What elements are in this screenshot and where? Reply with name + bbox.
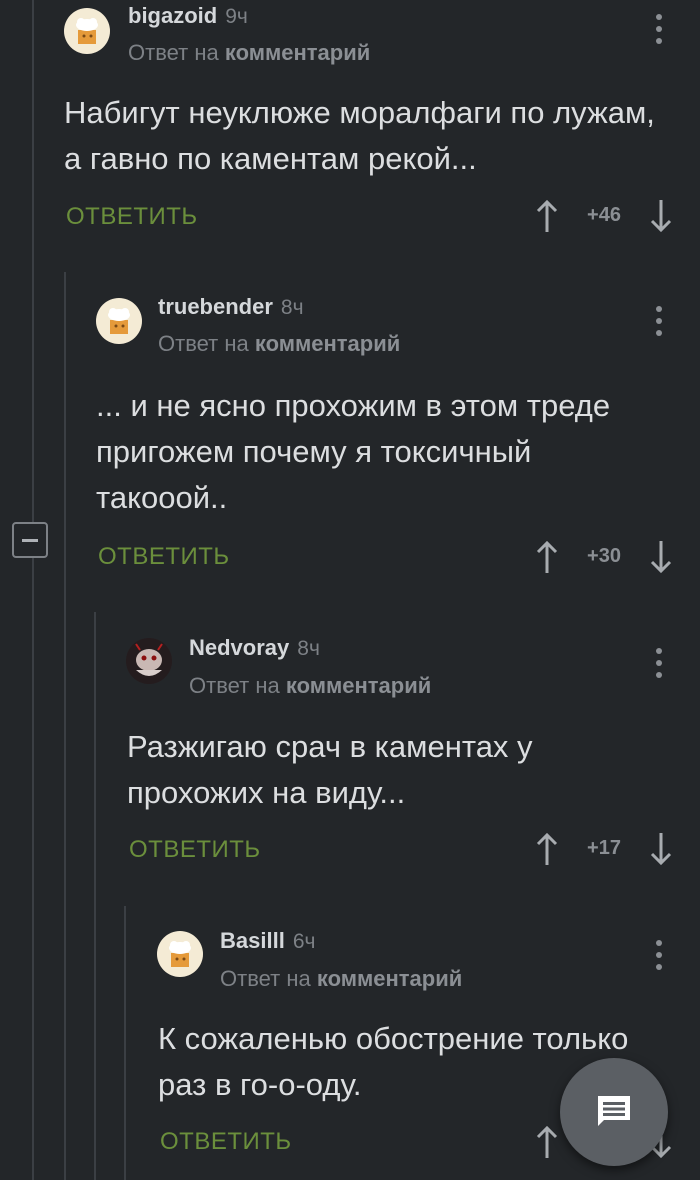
reply-to-line: Ответ на комментарий bbox=[128, 40, 371, 65]
chef-avatar-icon bbox=[169, 941, 191, 967]
arrow-down-icon[interactable] bbox=[648, 539, 674, 575]
arrow-up-icon[interactable] bbox=[534, 1124, 560, 1160]
thread-line bbox=[94, 612, 96, 1180]
timestamp: 9ч bbox=[225, 5, 248, 28]
arrow-up-icon[interactable] bbox=[534, 831, 560, 867]
avatar[interactable] bbox=[64, 8, 110, 54]
reply-to-line: Ответ на комментарий bbox=[189, 673, 432, 698]
reply-button[interactable]: ОТВЕТИТЬ bbox=[160, 1128, 292, 1156]
reply-button[interactable]: ОТВЕТИТЬ bbox=[66, 203, 198, 231]
reply-button[interactable]: ОТВЕТИТЬ bbox=[98, 543, 230, 571]
reply-to-link[interactable]: комментарий bbox=[286, 673, 431, 698]
username[interactable]: truebender 8ч bbox=[158, 294, 304, 320]
vote-block: +30 bbox=[534, 539, 674, 575]
comment-text: Набигут неуклюже моралфаги по лужам, а г… bbox=[64, 95, 655, 176]
chef-avatar-icon bbox=[108, 308, 130, 334]
vote-block: +46 bbox=[534, 198, 674, 234]
vote-block: +17 bbox=[534, 831, 674, 867]
arrow-down-icon[interactable] bbox=[648, 831, 674, 867]
reply-to-line: Ответ на комментарий bbox=[220, 966, 463, 991]
custom-avatar-icon bbox=[126, 638, 172, 684]
more-vertical-icon[interactable] bbox=[654, 646, 664, 680]
username[interactable]: bigazoid 9ч bbox=[128, 3, 248, 29]
avatar[interactable] bbox=[157, 931, 203, 977]
arrow-up-icon[interactable] bbox=[534, 198, 560, 234]
score: +30 bbox=[587, 545, 621, 567]
username[interactable]: Basilll 6ч bbox=[220, 928, 315, 954]
timestamp: 8ч bbox=[280, 296, 304, 319]
score: +46 bbox=[587, 204, 621, 226]
reply-to-link[interactable]: комментарий bbox=[317, 966, 462, 991]
chef-avatar-icon bbox=[76, 18, 98, 44]
reply-button[interactable]: ОТВЕТИТЬ bbox=[129, 836, 261, 864]
reply-to-link[interactable]: комментарий bbox=[255, 331, 400, 356]
more-vertical-icon[interactable] bbox=[654, 12, 664, 46]
thread-line bbox=[32, 0, 34, 1180]
score: +17 bbox=[587, 837, 621, 859]
avatar[interactable] bbox=[96, 298, 142, 344]
comment-icon bbox=[598, 1096, 630, 1126]
timestamp: 6ч bbox=[292, 930, 316, 953]
comment-text: ... и не ясно прохожим в этом треде приг… bbox=[96, 388, 611, 515]
comment-text: Разжигаю срач в каментах у прохожих на в… bbox=[127, 729, 533, 810]
reply-to-link[interactable]: комментарий bbox=[225, 40, 370, 65]
username[interactable]: Nedvoray 8ч bbox=[189, 635, 320, 661]
avatar[interactable] bbox=[126, 638, 172, 684]
more-vertical-icon[interactable] bbox=[654, 304, 664, 338]
thread-line bbox=[124, 906, 126, 1180]
timestamp: 8ч bbox=[297, 637, 320, 660]
arrow-down-icon[interactable] bbox=[648, 198, 674, 234]
comment-fab-button[interactable] bbox=[560, 1058, 668, 1166]
reply-to-line: Ответ на комментарий bbox=[158, 331, 401, 356]
arrow-up-icon[interactable] bbox=[534, 539, 560, 575]
thread-line bbox=[64, 272, 66, 1180]
collapse-thread-button[interactable] bbox=[12, 522, 48, 558]
more-vertical-icon[interactable] bbox=[654, 938, 664, 972]
